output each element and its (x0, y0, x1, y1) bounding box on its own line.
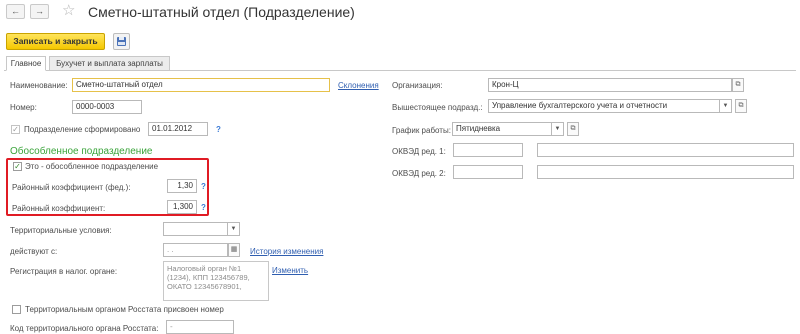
open-icon[interactable]: ⧉ (732, 78, 744, 92)
coef-input[interactable]: 1,300 (167, 200, 197, 214)
parent-label: Вышестоящее подразд.: (392, 103, 483, 112)
formed-checkbox[interactable]: ✓ (11, 125, 20, 134)
tax-reg-line: ОКАТО 12345678901, (167, 282, 242, 291)
tax-reg-label: Регистрация в налог. органе: (10, 267, 118, 276)
schedule-label: График работы: (392, 126, 451, 135)
separate-checkbox-label: Это - обособленное подразделение (25, 162, 159, 171)
chevron-down-icon[interactable]: ▼ (552, 122, 564, 136)
chevron-down-icon[interactable]: ▼ (720, 99, 732, 113)
rosstat-checkbox-label: Территориальным органом Росстата присвое… (25, 305, 224, 314)
okved2-label: ОКВЭД ред. 2: (392, 169, 446, 178)
open-icon[interactable]: ⧉ (735, 99, 747, 113)
separate-checkbox[interactable]: ✓ (13, 162, 22, 171)
okved1-code-input[interactable] (453, 143, 523, 157)
formed-date-input[interactable]: 01.01.2012 (148, 122, 208, 136)
separate-section-header: Обособленное подразделение (10, 146, 153, 157)
help-icon[interactable]: ? (216, 124, 221, 135)
valid-from-label: действуют с: (10, 247, 58, 256)
tax-reg-line: Налоговый орган №1 (167, 264, 242, 273)
star-icon[interactable]: ☆ (62, 2, 75, 20)
back-button[interactable]: ← (6, 4, 25, 19)
org-input[interactable]: Крон-Ц (488, 78, 732, 92)
okved2-code-input[interactable] (453, 165, 523, 179)
valid-from-input[interactable]: . . (163, 243, 228, 257)
number-label: Номер: (10, 103, 37, 112)
coef-label: Районный коэффициент: (12, 204, 106, 213)
open-icon[interactable]: ⧉ (567, 122, 579, 136)
parent-select[interactable]: Управление бухгалтерского учета и отчетн… (488, 99, 720, 113)
schedule-select[interactable]: Пятидневка (452, 122, 552, 136)
help-icon[interactable]: ? (201, 202, 206, 213)
tab-accounting-salary[interactable]: Бухучет и выплата зарплаты (49, 56, 170, 71)
formed-label: Подразделение сформировано (24, 125, 141, 134)
chevron-down-icon[interactable]: ▼ (228, 222, 240, 236)
rosstat-checkbox[interactable] (12, 305, 21, 314)
calendar-icon[interactable]: ▦ (228, 243, 240, 257)
rosstat-code-input[interactable]: - (166, 320, 234, 334)
territorial-select[interactable] (163, 222, 228, 236)
arrow-right-icon: → (35, 6, 44, 16)
number-input[interactable]: 0000-0003 (72, 100, 142, 114)
territorial-label: Территориальные условия: (10, 226, 112, 235)
tax-reg-text: Налоговый орган №1 (1234), КПП 123456789… (163, 261, 269, 301)
coef-fed-label: Районный коэффициент (фед.): (12, 183, 131, 192)
okved1-label: ОКВЭД ред. 1: (392, 147, 446, 156)
org-label: Организация: (392, 81, 443, 90)
forward-button[interactable]: → (30, 4, 49, 19)
rosstat-code-label: Код территориального органа Росстата: (10, 324, 159, 333)
window-title: Сметно-штатный отдел (Подразделение) (88, 4, 355, 20)
change-link[interactable]: Изменить (272, 265, 308, 276)
help-icon[interactable]: ? (201, 181, 206, 192)
okved1-name-input[interactable] (537, 143, 794, 157)
history-link[interactable]: История изменения (250, 246, 323, 257)
save-button[interactable] (113, 33, 130, 50)
declensions-link[interactable]: Склонения (338, 80, 379, 91)
tab-main[interactable]: Главное (6, 56, 46, 71)
save-and-close-button[interactable]: Записать и закрыть (6, 33, 105, 50)
name-label: Наименование: (10, 81, 68, 90)
okved2-name-input[interactable] (537, 165, 794, 179)
floppy-disk-icon (117, 37, 126, 46)
tax-reg-line: (1234), КПП 123456789, (167, 273, 250, 282)
arrow-left-icon: ← (11, 6, 20, 16)
coef-fed-input[interactable]: 1,30 (167, 179, 197, 193)
name-input[interactable]: Сметно-штатный отдел (72, 78, 330, 92)
